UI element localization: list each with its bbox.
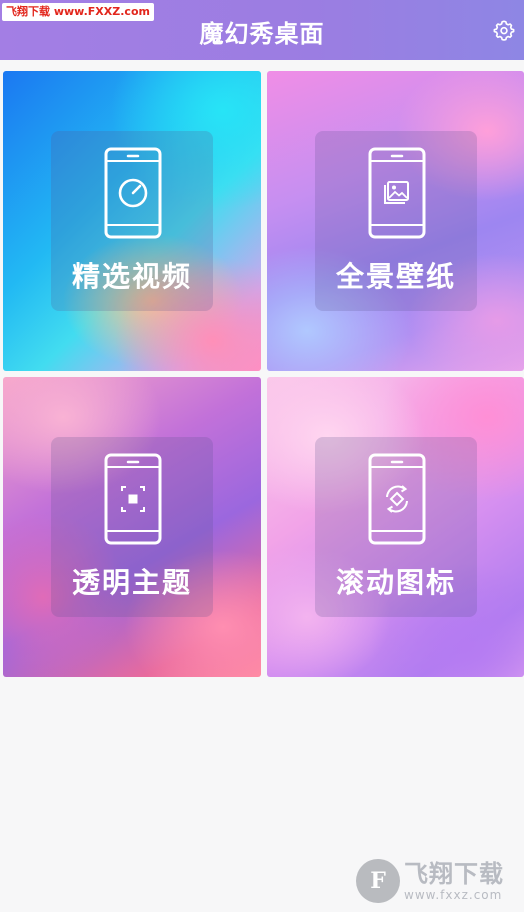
card-tile: 精选视频 xyxy=(51,131,213,311)
card-featured-video[interactable]: 精选视频 xyxy=(3,71,261,371)
card-label: 透明主题 xyxy=(71,566,192,599)
card-panorama-wallpaper[interactable]: 全景壁纸 xyxy=(267,71,524,371)
watermark-main: 飞翔下载 xyxy=(404,860,504,888)
watermark-url: www.fxxz.com xyxy=(404,888,503,902)
watermark-text: 飞翔下载 www.fxxz.com xyxy=(404,860,504,902)
card-transparent-theme[interactable]: 透明主题 xyxy=(3,377,261,677)
watermark-bottom: F 飞翔下载 www.fxxz.com xyxy=(356,856,512,906)
rotate-icon xyxy=(368,453,426,545)
card-label: 滚动图标 xyxy=(335,566,456,599)
gear-icon xyxy=(493,20,515,41)
card-tile: 全景壁纸 xyxy=(315,131,477,311)
card-tile: 滚动图标 xyxy=(315,437,477,617)
video-play-icon xyxy=(104,147,162,239)
watermark-logo: F xyxy=(356,859,400,903)
page-title: 魔幻秀桌面 xyxy=(199,20,325,48)
image-gallery-icon xyxy=(368,147,426,239)
settings-button[interactable] xyxy=(492,18,516,42)
card-label: 全景壁纸 xyxy=(335,260,456,293)
card-scrolling-icon[interactable]: 滚动图标 xyxy=(267,377,524,677)
app-header: 飞翔下载 www.FXXZ.com 魔幻秀桌面 xyxy=(0,0,524,60)
transparent-focus-icon xyxy=(104,453,162,545)
card-label: 精选视频 xyxy=(71,260,192,293)
card-tile: 透明主题 xyxy=(51,437,213,617)
